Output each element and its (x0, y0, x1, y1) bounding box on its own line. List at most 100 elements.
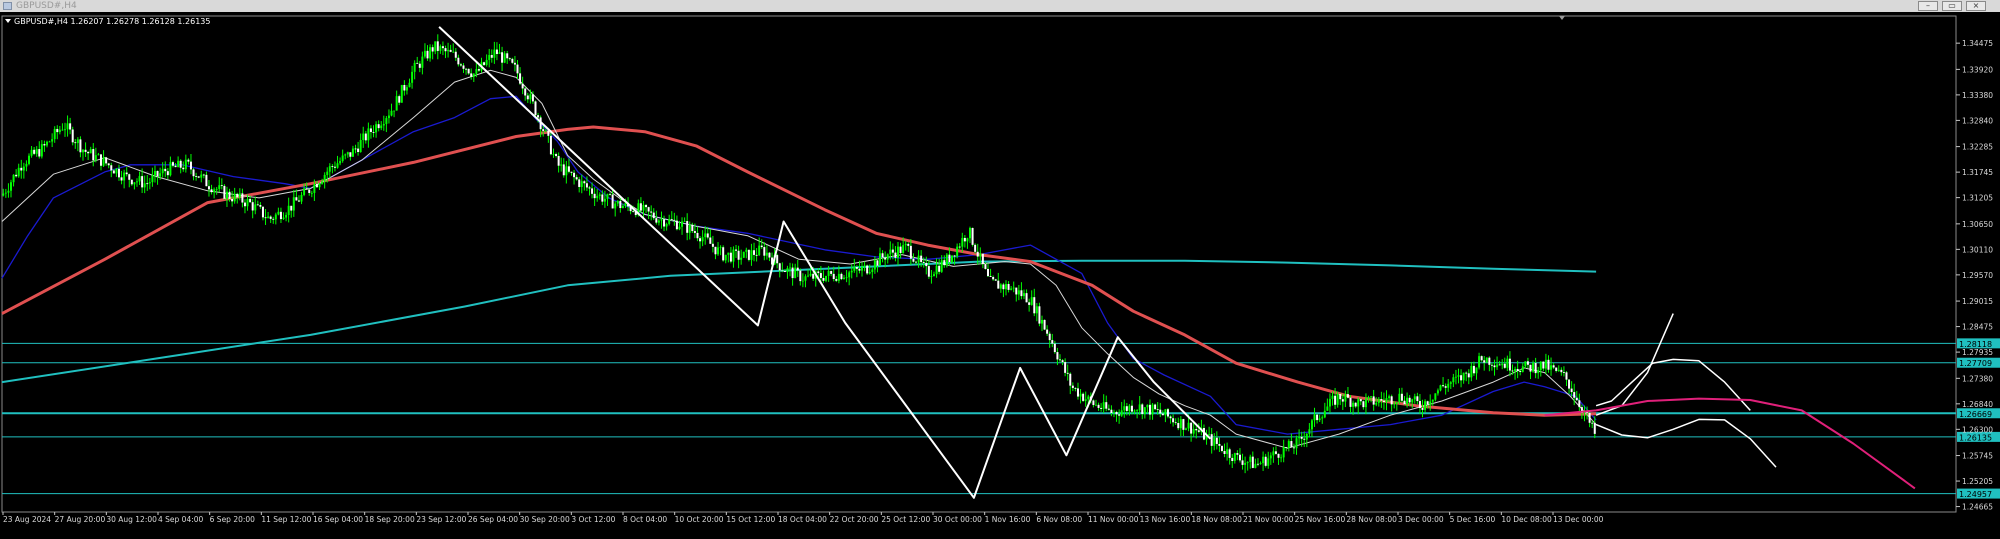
candle-body (213, 189, 216, 193)
restore-button[interactable]: ▭ (1942, 1, 1962, 11)
candle-body (632, 211, 635, 212)
candle-body (1529, 364, 1532, 372)
candle-body (776, 255, 779, 264)
candle-body (462, 65, 465, 69)
candle-body (107, 163, 110, 166)
candle-body (1238, 454, 1241, 461)
candle-body (1547, 359, 1550, 370)
candle-body (534, 101, 537, 116)
candle-body (1007, 284, 1010, 290)
candle-body (573, 172, 576, 178)
candle-body (1285, 447, 1288, 448)
candle-body (1316, 414, 1319, 421)
candle-body (395, 96, 398, 111)
candle-body (292, 197, 295, 211)
candle-body (1421, 407, 1424, 410)
candle-body (897, 246, 900, 258)
candle-body (768, 252, 771, 258)
candle-body (1102, 402, 1105, 409)
candle-body (1020, 290, 1023, 297)
candle-body (1436, 390, 1439, 394)
candle-body (876, 260, 879, 266)
candle-body (853, 267, 856, 271)
candle-body (426, 50, 429, 59)
candle-body (971, 227, 974, 245)
candle-body (385, 118, 388, 124)
candle-body (243, 202, 246, 207)
candle-body (1226, 449, 1229, 454)
candle-body (1094, 404, 1097, 406)
x-axis-tick-label: 18 Sep 20:00 (365, 515, 415, 524)
candle-body (1228, 449, 1231, 458)
candle-body (354, 148, 357, 150)
candle-body (801, 280, 804, 282)
candle-body (1213, 437, 1216, 446)
candle-body (488, 54, 491, 60)
candle-body (1148, 404, 1151, 415)
candle-body (1380, 399, 1383, 401)
candle-body (1357, 399, 1360, 407)
candle-body (1462, 372, 1465, 381)
candle-body (763, 247, 766, 256)
symbol-name: GBPUSD#,H4 (14, 17, 68, 26)
candle-body (899, 246, 902, 254)
candle-body (1079, 393, 1082, 397)
candle-body (701, 237, 704, 242)
candle-body (215, 188, 218, 190)
price-chart[interactable]: 1.281181.277091.266691.261351.24957 1.34… (0, 12, 2000, 539)
candle-body (367, 128, 370, 141)
candle-body (1485, 357, 1488, 363)
candle-body (310, 192, 313, 194)
close-button[interactable]: × (1966, 1, 1986, 11)
candle-body (647, 207, 650, 212)
candle-body (153, 171, 156, 176)
candle-body (411, 71, 414, 83)
candle-body (717, 247, 720, 255)
candle-body (220, 185, 223, 187)
candle-body (305, 188, 308, 190)
candle-body (233, 193, 236, 202)
candle-body (393, 110, 396, 112)
candle-body (894, 252, 897, 258)
candle-body (922, 262, 925, 263)
candle-body (436, 41, 439, 51)
candle-body (1400, 393, 1403, 401)
candle-body (1336, 393, 1339, 405)
x-axis-tick-label: 25 Oct 12:00 (881, 515, 930, 524)
candle-body (858, 268, 861, 271)
candle-body (336, 163, 339, 168)
candle-body (1346, 394, 1349, 398)
candle-body (732, 249, 735, 262)
x-axis-tick-label: 26 Sep 04:00 (468, 515, 518, 524)
window-title: GBPUSD#,H4 (16, 1, 77, 11)
x-axis-tick-label: 3 Dec 00:00 (1398, 515, 1444, 524)
candle-body (835, 279, 838, 281)
candle-body (1087, 396, 1090, 400)
candle-body (225, 191, 228, 199)
candle-body (796, 267, 799, 271)
candle-body (375, 124, 378, 133)
candle-body (69, 123, 72, 130)
candle-body (1241, 460, 1244, 465)
candle-body (1467, 373, 1470, 378)
candle-body (143, 183, 146, 188)
symbol-dropdown-arrow-icon[interactable] (5, 19, 11, 23)
candle-body (30, 149, 33, 156)
candle-body (907, 243, 910, 246)
candle-body (418, 63, 421, 68)
candle-body (737, 250, 740, 260)
level-price-label: 1.27709 (1959, 359, 1992, 368)
chart-area[interactable]: 1.28118 1.27709 1.26669 1.26135 1.24957 1.34… (0, 12, 2000, 539)
candle-body (699, 238, 702, 242)
candle-body (63, 129, 66, 131)
y-axis-tick-label: 1.31745 (1962, 168, 1993, 177)
candle-body (1012, 287, 1015, 289)
candle-body (1244, 462, 1247, 465)
candle-body (1118, 414, 1121, 416)
candle-body (1514, 368, 1517, 372)
candle-body (94, 155, 97, 161)
candle-body (1028, 302, 1031, 305)
minimize-button[interactable]: – (1918, 1, 1938, 11)
candle-body (1161, 413, 1164, 416)
candle-body (966, 238, 969, 242)
